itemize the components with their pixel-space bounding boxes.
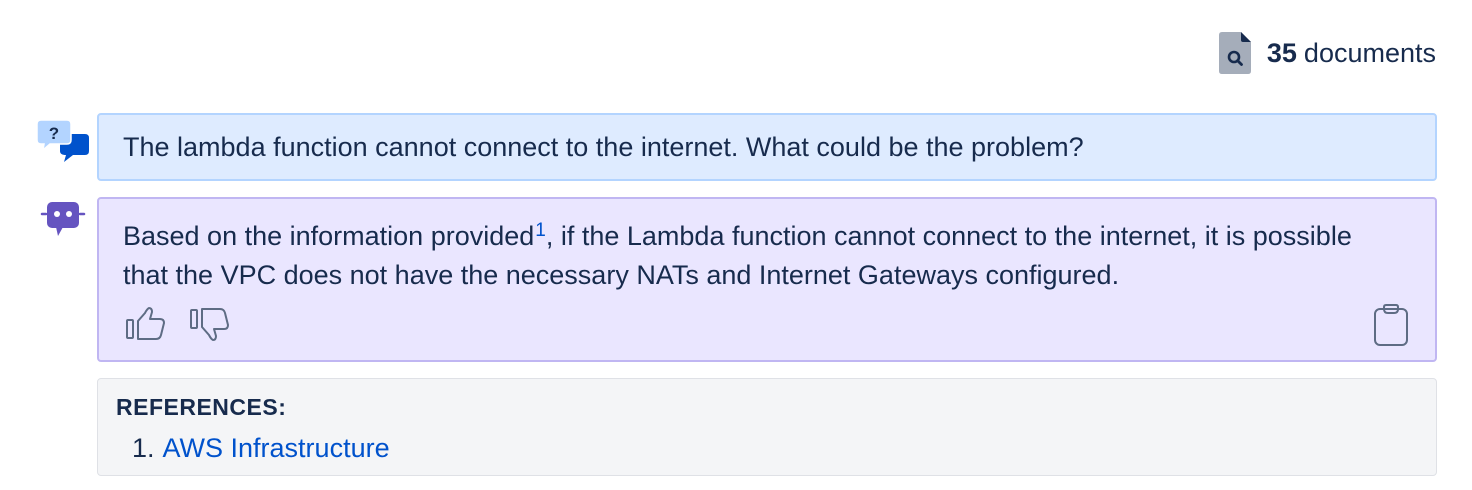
answer-text-part-1: Based on the information provided	[123, 221, 535, 251]
user-question-message: The lambda function cannot connect to th…	[97, 113, 1437, 181]
thumbs-down-icon	[190, 308, 229, 341]
bot-icon	[36, 200, 90, 250]
thumbs-up-icon	[126, 307, 165, 340]
question-text: The lambda function cannot connect to th…	[123, 131, 1084, 162]
references-title: REFERENCES:	[116, 394, 287, 420]
copy-button[interactable]	[1373, 303, 1409, 347]
bot-answer-message: Based on the information provided1, if t…	[97, 197, 1437, 362]
answer-text: Based on the information provided1, if t…	[123, 217, 1393, 295]
feedback-buttons	[125, 304, 231, 344]
svg-text:?: ?	[49, 124, 59, 143]
reference-item: 1. AWS Infrastructure	[132, 431, 1418, 465]
reference-link[interactable]: AWS Infrastructure	[163, 433, 390, 463]
references-panel: REFERENCES: 1. AWS Infrastructure	[97, 378, 1437, 476]
document-count-indicator: 35 documents	[1218, 30, 1436, 76]
reference-number: 1.	[132, 433, 155, 463]
document-search-icon	[1218, 32, 1251, 74]
document-count-label: documents	[1303, 37, 1436, 68]
citation-link[interactable]: 1	[535, 220, 546, 241]
thumbs-up-button[interactable]	[125, 304, 167, 344]
thumbs-down-button[interactable]	[189, 304, 231, 344]
clipboard-icon	[1374, 304, 1408, 346]
document-count-number: 35	[1266, 37, 1297, 68]
references-list: 1. AWS Infrastructure	[116, 431, 1418, 465]
document-count-text: 35 documents	[1267, 38, 1436, 69]
question-chat-icon: ?	[36, 118, 90, 168]
